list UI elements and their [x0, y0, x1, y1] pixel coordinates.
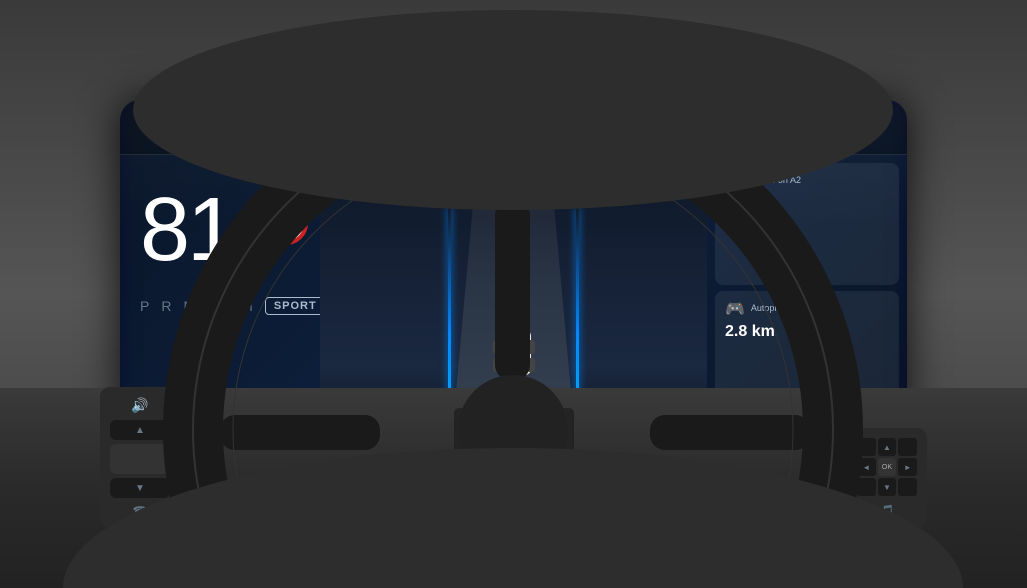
- dpad-down-btn[interactable]: ▼: [878, 478, 897, 496]
- ego-car-icon: [489, 310, 539, 380]
- dpad-empty-tr: [898, 438, 917, 456]
- direction-arrow-icon: ↑: [493, 111, 507, 143]
- dpad-empty-br: [898, 478, 917, 496]
- gear-R[interactable]: R: [161, 298, 171, 314]
- speed-value: 81: [140, 185, 234, 275]
- scroll-up-btn[interactable]: ▲: [110, 420, 170, 440]
- left-control-pod: 🔊 ▲ ▼ ☎: [100, 387, 180, 528]
- gear-M[interactable]: M: [241, 298, 253, 314]
- instrument-cluster: ↩ ↑ 400 m A2 81 100 km/h P R N D M SPORT: [120, 100, 907, 420]
- traffic-info-card: 🚗 Traffic on A2 14.1 km · 5 min delay: [715, 163, 899, 285]
- autopilot-card-title: Autopilot available in: [751, 303, 834, 315]
- dpad-ok-btn[interactable]: OK: [878, 458, 897, 476]
- traffic-icon: 🚗: [725, 171, 745, 191]
- right-control-pod: ▲ ◄ OK ► ▼ 🎵: [847, 428, 927, 528]
- road-scene: [320, 155, 707, 420]
- gear-P[interactable]: P: [140, 298, 149, 314]
- right-bottom-icon: 🎵: [857, 504, 917, 518]
- nav-road-name: A2: [527, 131, 542, 145]
- nav-distance-info: 400 m A2: [527, 109, 589, 145]
- road-view-panel: [320, 155, 707, 420]
- left-icon-bottom: ☎: [110, 504, 170, 518]
- gear-D[interactable]: D: [206, 295, 230, 317]
- autopilot-icon: 🎮: [725, 299, 745, 319]
- traffic-card-title: Traffic on A2: [751, 175, 801, 187]
- left-icon-top: 🔊: [110, 397, 170, 414]
- dpad-right-btn[interactable]: ►: [898, 458, 917, 476]
- nav-distance-value: 400 m: [527, 109, 589, 131]
- scroll-up-icon: ▲: [135, 425, 145, 436]
- dpad: ▲ ◄ OK ► ▼: [857, 438, 917, 496]
- autopilot-distance: 2.8 km: [725, 323, 889, 341]
- speed-limit-unit: km/h: [279, 228, 294, 235]
- info-cards-panel: 🚗 Traffic on A2 14.1 km · 5 min delay 🎮 …: [707, 155, 907, 420]
- gear-N[interactable]: N: [183, 298, 193, 314]
- dpad-up-btn[interactable]: ▲: [878, 438, 897, 456]
- speed-limit-sign: 100 km/h: [264, 201, 308, 245]
- navigation-bar: ↩ ↑ 400 m A2: [120, 100, 907, 155]
- scroll-handle[interactable]: [110, 444, 170, 474]
- traffic-distance: 14.1 km: [725, 195, 889, 210]
- autopilot-card-header: 🎮 Autopilot available in: [725, 299, 889, 319]
- scroll-down-btn[interactable]: ▼: [110, 478, 170, 498]
- speed-limit-value: 100: [273, 212, 300, 228]
- traffic-card-header: 🚗 Traffic on A2: [725, 171, 889, 191]
- steering-column: [454, 408, 574, 588]
- turn-icon: ↩: [437, 109, 473, 145]
- scroll-down-icon: ▼: [135, 483, 145, 494]
- dpad-empty-bl: [857, 478, 876, 496]
- traffic-delay: · 5 min delay: [725, 210, 889, 220]
- dpad-empty-tl: [857, 438, 876, 456]
- dpad-left-btn[interactable]: ◄: [857, 458, 876, 476]
- sport-mode-badge[interactable]: SPORT: [265, 297, 326, 315]
